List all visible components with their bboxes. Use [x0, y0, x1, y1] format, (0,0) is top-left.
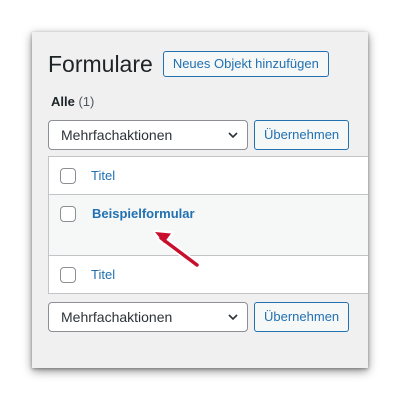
admin-screen: Formulare Neues Objekt hinzufügen Alle (…: [32, 32, 368, 368]
page-title: Formulare: [48, 51, 153, 77]
bulk-action-select-bottom[interactable]: Mehrfachaktionen: [48, 302, 248, 332]
view-filter: Alle (1): [51, 94, 94, 109]
row-checkbox[interactable]: [60, 206, 76, 222]
view-all-link[interactable]: Alle: [51, 94, 75, 109]
column-title-footer[interactable]: Titel: [91, 267, 115, 282]
view-all-count: (1): [78, 94, 95, 109]
bulk-action-select[interactable]: Mehrfachaktionen: [48, 120, 248, 150]
apply-button-bottom[interactable]: Übernehmen: [254, 302, 350, 332]
add-new-button[interactable]: Neues Objekt hinzufügen: [162, 51, 329, 77]
apply-button[interactable]: Übernehmen: [254, 120, 350, 150]
table-footer: Titel: [49, 255, 368, 293]
table-header: Titel: [49, 157, 368, 195]
table-row: Beispielformular: [49, 195, 368, 255]
bulk-action-selected: Mehrfachaktionen: [61, 127, 173, 143]
chevron-down-icon: [228, 314, 238, 321]
bulk-action-selected-bottom: Mehrfachaktionen: [61, 309, 173, 325]
pointer-arrow-icon: [153, 230, 201, 269]
column-title-header[interactable]: Titel: [91, 168, 115, 183]
forms-table: Titel Beispielformular Titel: [48, 156, 368, 294]
title-row: Formulare Neues Objekt hinzufügen: [48, 50, 329, 78]
select-all-checkbox[interactable]: [60, 167, 76, 184]
bulk-actions-bottom: Mehrfachaktionen Übernehmen: [48, 302, 350, 332]
select-all-checkbox-footer[interactable]: [60, 266, 76, 283]
bulk-actions-top: Mehrfachaktionen Übernehmen: [48, 120, 350, 150]
chevron-down-icon: [228, 132, 238, 139]
